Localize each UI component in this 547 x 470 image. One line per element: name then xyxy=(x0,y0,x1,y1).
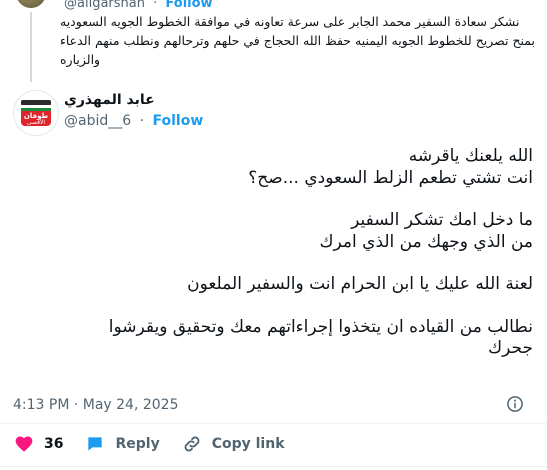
tweet-line: انت تشتي تطعم الزلط السعودي ...صح؟ xyxy=(248,167,533,188)
parent-handle[interactable]: @aligarshah xyxy=(64,0,145,11)
tweet-line: الله يلعنك ياقرشه xyxy=(408,146,533,166)
reply-bubble-icon xyxy=(88,437,103,451)
follow-button[interactable]: Follow xyxy=(153,113,204,129)
like-count: 36 xyxy=(44,436,64,452)
link-icon xyxy=(184,436,200,452)
parent-avatar[interactable] xyxy=(16,0,46,8)
parent-separator: · xyxy=(153,0,158,11)
tweet-timestamp[interactable]: 4:13 PM · May 24, 2025 xyxy=(13,397,179,413)
action-bar: 36 Reply Copy link xyxy=(14,434,307,454)
copy-link-label: Copy link xyxy=(211,436,285,452)
author-display-name[interactable]: عابد المهذري xyxy=(64,92,155,108)
parent-follow-button[interactable]: Follow xyxy=(165,0,212,11)
tweet-line-gap xyxy=(16,189,533,210)
heart-icon xyxy=(15,436,33,452)
tweet-body: الله يلعنك ياقرشه انت تشتي تطعم الزلط ال… xyxy=(16,146,533,360)
handle-separator: · xyxy=(139,113,145,129)
avatar-badge-image: طوفان الأقصى xyxy=(14,91,58,135)
tweet-line: نطالب من القياده ان يتخذوا إجراءاتهم معك… xyxy=(108,316,533,337)
parent-author-row: @aligarshah · Follow xyxy=(64,0,213,11)
author-avatar[interactable]: طوفان الأقصى xyxy=(13,90,59,136)
parent-tweet-text: نشكر سعادة السفير محمد الجابر على سرعة ت… xyxy=(60,14,535,67)
tweet-line-gap xyxy=(16,253,533,274)
avatar-badge-line2: الأقصى xyxy=(27,118,45,126)
tweet-line: لعنة الله عليك يا ابن الحرام انت والسفير… xyxy=(187,274,533,294)
like-button[interactable]: 36 xyxy=(14,434,63,454)
author-handle[interactable]: @abid__6 xyxy=(64,113,131,129)
info-icon[interactable] xyxy=(506,395,524,413)
tweet-line: من الذي وجهك من الذي امرك xyxy=(319,231,533,252)
tweet-line-gap xyxy=(16,296,533,317)
reply-label: Reply xyxy=(115,436,160,452)
author-handle-row: @abid__6 · Follow xyxy=(64,113,203,129)
thread-connector-line xyxy=(30,12,32,82)
tweet-line: ما دخل امك تشكر السفير xyxy=(351,210,533,230)
copy-link-button[interactable]: Copy link xyxy=(182,434,285,454)
action-divider xyxy=(0,423,547,424)
reply-button[interactable]: Reply xyxy=(85,434,160,454)
tweet-line: جحرك xyxy=(488,338,533,358)
bottom-divider xyxy=(0,466,547,467)
